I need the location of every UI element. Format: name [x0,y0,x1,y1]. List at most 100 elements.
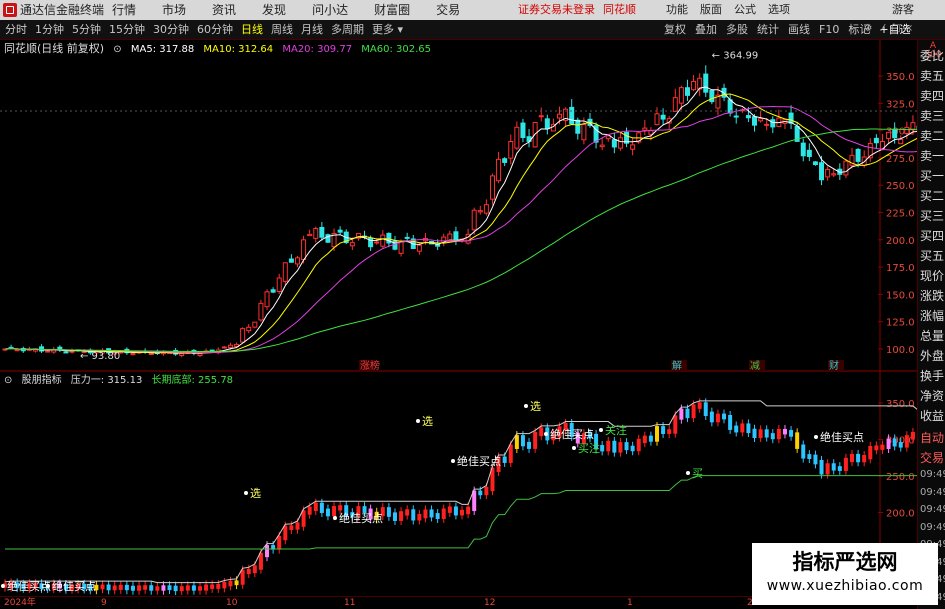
signal-bar [185,585,190,591]
candle-body [904,126,910,134]
signal-bar [338,505,343,511]
candle-body [691,80,697,91]
signal-bar [819,459,824,475]
candle-body [806,149,812,157]
signal-bar [265,545,270,558]
watermark-url: www.xuezhibiao.com [766,578,924,594]
candle-body [252,321,258,328]
candle-body [148,353,154,356]
signal-bar [837,466,842,471]
signal-label: 选 [250,487,261,500]
signal-bar [655,426,660,442]
candle-body [538,115,544,118]
quote-field-label: 净资 [920,389,945,403]
candle-body [788,112,794,124]
signal-bar [612,440,617,453]
signal-bar [441,508,446,519]
candle-body [678,87,684,104]
candle-body [349,242,355,247]
signal-bar [795,432,800,449]
signal-bar [697,402,702,409]
candle-body [520,122,526,138]
signal-dot [599,428,603,432]
y-tick-label: 350.0 [886,72,915,83]
signal-bar [319,502,324,513]
signal-bar [137,585,142,591]
y-tick-label: 250.0 [886,472,915,483]
signal-bar [423,509,428,519]
candle-body [282,262,288,282]
signal-bar [740,423,745,433]
signal-bar [246,568,251,575]
signal-bar [484,486,489,496]
candle-body [489,175,495,200]
signal-bar [898,442,903,448]
signal-bar [405,509,410,516]
candle-body [301,239,307,261]
signal-bar [447,506,452,513]
signal-label: 绝佳买点 [820,430,864,444]
watermark-title: 指标严选网 [792,550,898,574]
signal-bar [752,428,757,439]
date-label: 2024年 [4,598,36,608]
signal-bar [850,453,854,463]
signal-bar [301,510,306,527]
candle-body [240,328,246,343]
signal-bar [539,427,544,437]
indicator-legend-icon: ⊙ [4,375,13,386]
signal-bar [807,454,812,459]
quote-field-label: 委比 [920,49,945,63]
signal-bar [234,580,239,586]
signal-dot [524,404,528,408]
trade-time: 09:49 [920,486,945,498]
quote-field-label: 买一 [920,169,945,183]
signal-bar [776,428,781,440]
event-marker: 解 [672,359,682,372]
signal-bar [100,584,105,590]
signal-bar [161,585,166,591]
signal-bar [843,457,848,471]
kline-chart[interactable]: 350.0325.0300.0275.0250.0225.0200.0175.0… [0,0,917,609]
signal-bar [600,445,605,452]
signal-label: 选 [422,415,433,428]
signal-bar [386,507,391,517]
stock-title: 同花顺(日线 前复权) [4,42,105,55]
signal-bar [514,435,519,449]
signal-dot [814,435,818,439]
signal-bar [527,441,532,449]
signal-label: 选 [530,400,541,413]
candle-body [404,236,410,239]
signal-bar [679,408,684,420]
quote-field-label: 卖三 [920,109,945,123]
candle-body [374,241,380,244]
signal-bar [630,445,635,452]
signal-dot [333,516,337,520]
signal-bar [502,456,507,463]
quote-field-label[interactable]: 自动 [920,428,945,448]
quote-field-label: 卖二 [920,129,945,143]
candle-body [617,137,623,149]
y-tick-label: 250.0 [886,181,915,192]
main-legend: 同花顺(日线 前复权) ⊙ MA5: 317.88 MA10: 312.64 M… [4,42,437,57]
signal-bar [734,425,739,433]
quote-field-label: 买五 [920,249,945,263]
signal-bar [149,585,154,591]
quote-field-label[interactable]: 交易 [920,448,945,468]
quote-field-label: 卖一 [920,149,945,163]
candle-body [337,229,343,233]
signal-bar [746,423,751,434]
signal-dot [1,584,5,588]
signal-bar [332,506,337,517]
candle-body [258,302,264,321]
date-label: 11 [344,598,356,608]
ma10-label: MA10: 312.64 [203,44,274,55]
date-label: 1 [627,598,633,608]
signal-label: 买 [692,467,703,480]
ma5-label: MA5: 317.88 [130,44,195,55]
signal-bar [453,506,458,516]
high-price-label: ← 364.99 [712,51,759,62]
candle-body [758,118,764,122]
signal-bar [466,506,471,515]
ma20-label: MA20: 309.77 [282,44,353,55]
candle-body [307,233,313,237]
